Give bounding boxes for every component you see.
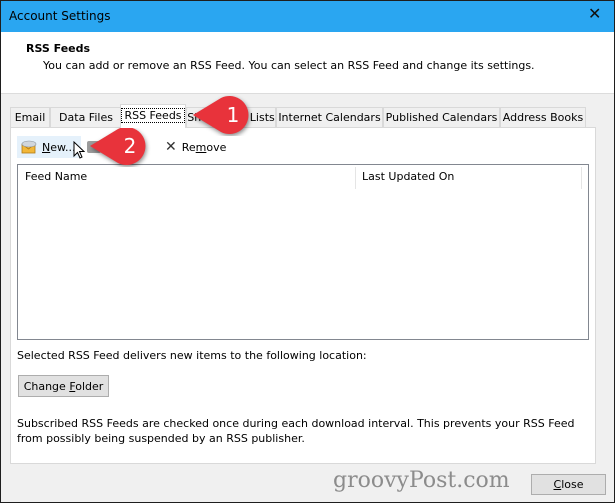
new-feed-label: New... [42, 140, 76, 154]
column-feed-name[interactable]: Feed Name [25, 170, 87, 183]
remove-feed-button[interactable]: ✕ Remove [165, 136, 226, 158]
tab-email[interactable]: Email [10, 107, 50, 127]
title-bar: Account Settings ✕ [1, 1, 614, 32]
close-window-icon[interactable]: ✕ [588, 6, 604, 22]
feed-list[interactable]: Feed Name Last Updated On [17, 164, 589, 340]
remove-label: Remove [181, 140, 227, 154]
tab-rss-feeds[interactable]: RSS Feeds [120, 104, 186, 128]
tab-data-files[interactable]: Data Files [50, 107, 122, 127]
tab-internet-calendars[interactable]: Internet Calendars [276, 107, 383, 127]
callout-1-number: 1 [226, 103, 240, 127]
tab-address-books[interactable]: Address Books [500, 107, 586, 127]
close-button[interactable]: Close [531, 474, 606, 495]
window-title: Account Settings [9, 9, 111, 23]
download-interval-note: Subscribed RSS Feeds are checked once du… [17, 417, 575, 445]
column-separator[interactable] [581, 167, 582, 189]
remove-x-icon: ✕ [165, 139, 177, 155]
mouse-cursor-icon [73, 141, 85, 159]
callout-2: 2 [88, 125, 152, 167]
callout-1: 1 [191, 94, 255, 136]
new-mail-icon [21, 140, 37, 154]
section-description: You can add or remove an RSS Feed. You c… [43, 59, 535, 72]
watermark: groovyPost.com [333, 468, 510, 493]
tab-published-calendars[interactable]: Published Calendars [383, 107, 500, 127]
column-separator[interactable] [355, 167, 356, 189]
section-title: RSS Feeds [26, 42, 91, 55]
location-label: Selected RSS Feed delivers new items to … [17, 349, 367, 362]
dialog-header: RSS Feeds You can add or remove an RSS F… [1, 32, 614, 94]
account-settings-dialog: Account Settings ✕ RSS Feeds You can add… [0, 0, 615, 503]
callout-2-number: 2 [123, 134, 137, 158]
feed-list-header: Feed Name Last Updated On [18, 165, 588, 189]
rss-feeds-panel: New... ✕ Remove Feed Name Last Updated O… [10, 127, 596, 464]
column-last-updated[interactable]: Last Updated On [362, 170, 454, 183]
new-feed-button[interactable]: New... [17, 136, 81, 158]
change-folder-button[interactable]: Change Folder [18, 375, 109, 397]
